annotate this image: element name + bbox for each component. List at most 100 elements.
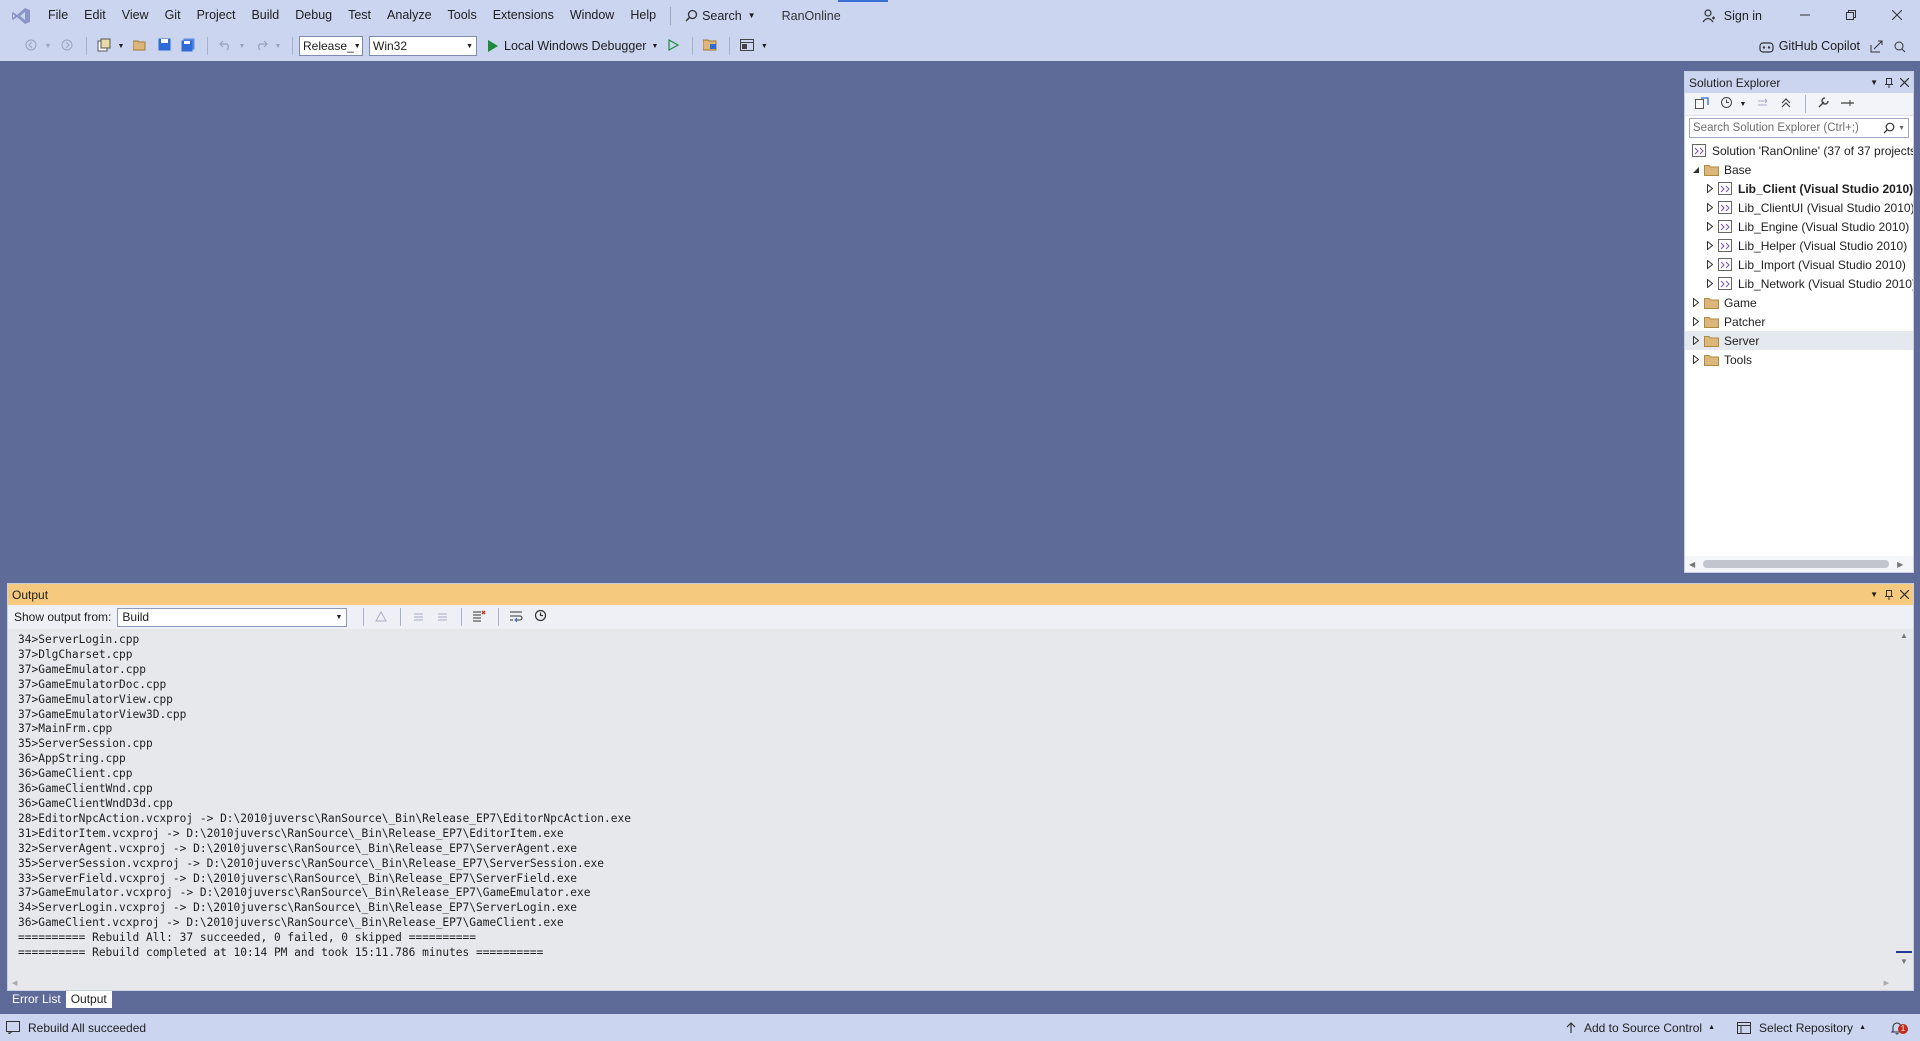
tree-project-node[interactable]: Lib_Engine (Visual Studio 2010) xyxy=(1685,217,1913,236)
next-message-button[interactable] xyxy=(431,606,453,628)
preview-button[interactable] xyxy=(1836,93,1858,115)
scroll-up-icon[interactable]: ▲ xyxy=(1900,631,1908,640)
start-without-debugging-button[interactable] xyxy=(662,35,684,57)
collapsed-arrow-icon[interactable] xyxy=(1703,184,1717,193)
word-wrap-button[interactable] xyxy=(505,606,527,628)
solution-node[interactable]: Solution 'RanOnline' (37 of 37 projects) xyxy=(1685,141,1913,160)
collapsed-arrow-icon[interactable] xyxy=(1689,355,1703,364)
redo-dropdown[interactable]: ▼ xyxy=(274,43,282,50)
menu-file[interactable]: File xyxy=(40,0,76,31)
collapsed-arrow-icon[interactable] xyxy=(1703,203,1717,212)
clear-all-button[interactable] xyxy=(468,606,490,628)
back-dropdown[interactable]: ▼ xyxy=(44,43,52,50)
tree-folder-node[interactable]: Server xyxy=(1685,331,1913,350)
scroll-left-icon[interactable]: ◀ xyxy=(12,979,17,987)
platform-select[interactable]: Win32 ▼ xyxy=(369,36,477,56)
new-project-button[interactable] xyxy=(93,35,115,57)
collapse-all-button[interactable] xyxy=(1775,93,1797,115)
find-message-button[interactable] xyxy=(370,606,392,628)
pin-icon[interactable] xyxy=(1885,77,1893,88)
toolbar-overflow-dropdown[interactable]: ▼ xyxy=(760,43,768,50)
undo-button[interactable] xyxy=(214,35,236,57)
new-project-dropdown[interactable]: ▼ xyxy=(117,43,125,50)
configuration-select[interactable]: Release_ ▼ xyxy=(299,36,363,56)
menu-project[interactable]: Project xyxy=(189,0,244,31)
menu-build[interactable]: Build xyxy=(243,0,287,31)
refresh-button[interactable] xyxy=(1751,93,1773,115)
collapsed-arrow-icon[interactable] xyxy=(1703,279,1717,288)
tree-folder-node[interactable]: Base xyxy=(1685,160,1913,179)
tree-folder-node[interactable]: Patcher xyxy=(1685,312,1913,331)
scroll-left-icon[interactable]: ◀ xyxy=(1689,560,1695,569)
show-timestamps-button[interactable] xyxy=(529,606,551,628)
output-text-area[interactable]: 34>ServerLogin.cpp 37>DlgCharset.cpp 37>Ga… xyxy=(8,629,1895,978)
menu-edit[interactable]: Edit xyxy=(76,0,114,31)
collapsed-arrow-icon[interactable] xyxy=(1689,298,1703,307)
tree-project-node[interactable]: Lib_Import (Visual Studio 2010) xyxy=(1685,255,1913,274)
redo-button[interactable] xyxy=(250,35,272,57)
menu-analyze[interactable]: Analyze xyxy=(379,0,439,31)
output-horizontal-scrollbar[interactable]: ◀ ▶ xyxy=(8,978,1913,990)
share-icon[interactable] xyxy=(1870,40,1883,53)
window-position-chevron-icon[interactable]: ▼ xyxy=(1870,590,1878,599)
output-vertical-scrollbar[interactable]: ▲ ▼ xyxy=(1895,629,1913,978)
output-source-select[interactable]: Build ▼ xyxy=(117,607,348,627)
sign-in-button[interactable]: Sign in xyxy=(1702,9,1762,23)
menu-test[interactable]: Test xyxy=(340,0,379,31)
select-repository-button[interactable]: Select Repository ▲ xyxy=(1737,1021,1866,1035)
tab-error-list[interactable]: Error List xyxy=(7,991,66,1008)
restore-button[interactable] xyxy=(1828,0,1874,31)
expanded-arrow-icon[interactable] xyxy=(1689,166,1703,174)
window-position-chevron-icon[interactable]: ▼ xyxy=(1870,78,1878,87)
scroll-thumb[interactable] xyxy=(1703,560,1890,568)
save-all-button[interactable] xyxy=(177,35,199,57)
tree-folder-node[interactable]: Tools xyxy=(1685,350,1913,369)
previous-message-button[interactable] xyxy=(407,606,429,628)
chevron-down-icon[interactable]: ▼ xyxy=(1898,125,1905,132)
close-icon[interactable] xyxy=(1900,78,1909,87)
tree-project-node[interactable]: Lib_Helper (Visual Studio 2010) xyxy=(1685,236,1913,255)
collapsed-arrow-icon[interactable] xyxy=(1703,241,1717,250)
tree-folder-node[interactable]: Game xyxy=(1685,293,1913,312)
filter-dropdown[interactable]: ▼ xyxy=(1739,101,1747,108)
close-icon[interactable] xyxy=(1900,590,1909,599)
menu-git[interactable]: Git xyxy=(157,0,189,31)
collapsed-arrow-icon[interactable] xyxy=(1703,260,1717,269)
tree-project-node[interactable]: Lib_Network (Visual Studio 2010) xyxy=(1685,274,1913,293)
menu-view[interactable]: View xyxy=(114,0,157,31)
scroll-right-icon[interactable]: ▶ xyxy=(1884,979,1889,987)
collapsed-arrow-icon[interactable] xyxy=(1703,222,1717,231)
save-button[interactable] xyxy=(153,35,175,57)
browse-folder-button[interactable] xyxy=(699,35,721,57)
scroll-down-icon[interactable]: ▼ xyxy=(1900,957,1908,966)
solution-explorer-horizontal-scrollbar[interactable]: ◀ ▶ xyxy=(1685,556,1913,572)
properties-button[interactable] xyxy=(1812,93,1834,115)
add-to-source-control-button[interactable]: Add to Source Control ▲ xyxy=(1566,1021,1715,1035)
github-copilot-button[interactable]: GitHub Copilot xyxy=(1759,39,1860,53)
notifications-button[interactable]: 1 xyxy=(1890,1021,1908,1035)
close-window-button[interactable] xyxy=(1874,0,1920,31)
pin-icon[interactable] xyxy=(1885,589,1893,600)
tree-project-node[interactable]: Lib_Client (Visual Studio 2010) xyxy=(1685,179,1913,198)
open-file-button[interactable] xyxy=(129,35,151,57)
navigate-forward-button[interactable] xyxy=(56,35,78,57)
minimize-button[interactable] xyxy=(1782,0,1828,31)
collapsed-arrow-icon[interactable] xyxy=(1689,336,1703,345)
solution-explorer-search-input[interactable]: Search Solution Explorer (Ctrl+;) ▼ xyxy=(1689,118,1909,138)
undo-dropdown[interactable]: ▼ xyxy=(238,43,246,50)
feedback-icon[interactable] xyxy=(1893,40,1906,53)
menu-tools[interactable]: Tools xyxy=(440,0,485,31)
search-button[interactable]: Search ▼ xyxy=(677,0,764,31)
sync-with-document-button[interactable] xyxy=(1691,93,1713,115)
menu-help[interactable]: Help xyxy=(622,0,664,31)
menu-debug[interactable]: Debug xyxy=(287,0,340,31)
layout-button[interactable] xyxy=(736,35,758,57)
tab-output[interactable]: Output xyxy=(65,991,112,1008)
start-debugging-button[interactable]: Local Windows Debugger ▼ xyxy=(483,35,662,57)
navigate-back-button[interactable] xyxy=(20,35,42,57)
scroll-right-icon[interactable]: ▶ xyxy=(1897,560,1903,569)
menu-window[interactable]: Window xyxy=(562,0,622,31)
menu-extensions[interactable]: Extensions xyxy=(485,0,562,31)
tree-project-node[interactable]: Lib_ClientUI (Visual Studio 2010) xyxy=(1685,198,1913,217)
pending-changes-filter-button[interactable] xyxy=(1715,93,1737,115)
